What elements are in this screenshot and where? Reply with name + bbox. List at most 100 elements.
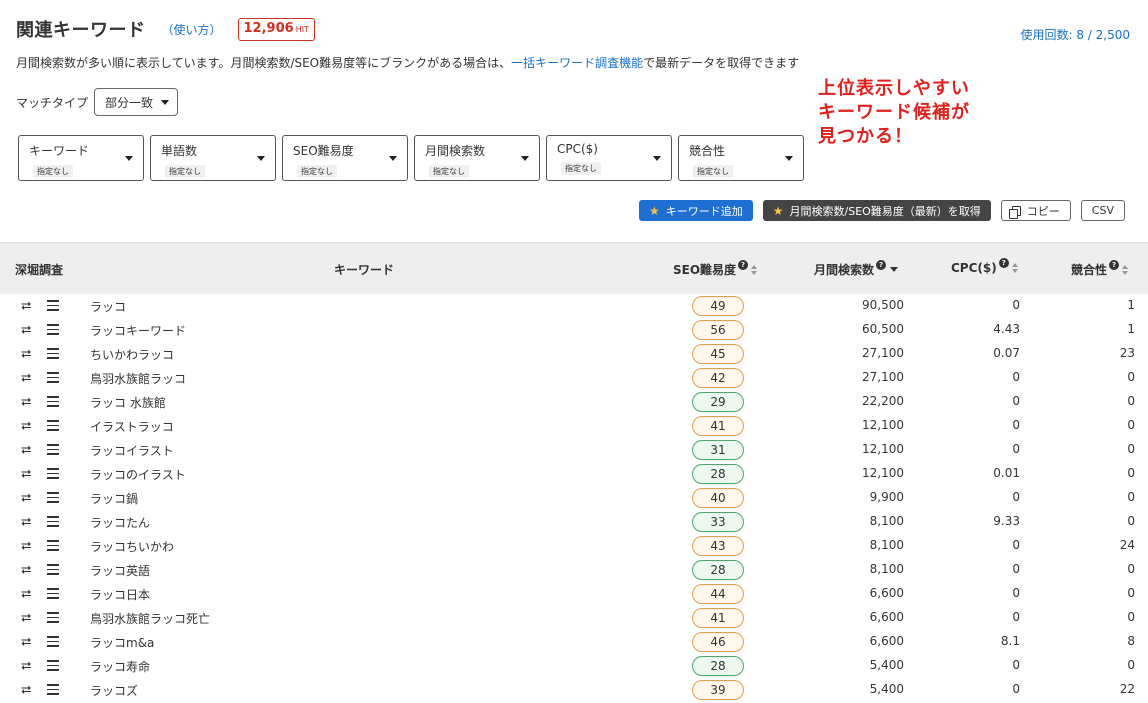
menu-icon[interactable] <box>47 588 59 602</box>
keyword-cell[interactable]: ラッコイラスト <box>90 442 174 459</box>
filter-cpc[interactable]: CPC($) 指定なし <box>546 135 672 181</box>
retweet-icon[interactable]: ⮂ <box>21 371 31 386</box>
hit-count-badge: 12,906 HIT <box>237 17 315 41</box>
retweet-icon[interactable]: ⮂ <box>21 611 31 626</box>
keyword-cell[interactable]: ラッコ日本 <box>90 586 150 603</box>
seo-difficulty-badge: 46 <box>692 632 744 652</box>
add-keyword-button[interactable]: ★ キーワード追加 <box>638 200 753 221</box>
retweet-icon[interactable]: ⮂ <box>21 467 31 482</box>
menu-icon[interactable] <box>47 324 59 338</box>
competition-cell: 1 <box>1127 298 1135 312</box>
copy-button[interactable]: コピー <box>1000 200 1071 221</box>
retweet-icon[interactable]: ⮂ <box>21 515 31 530</box>
menu-icon[interactable] <box>47 348 59 362</box>
menu-icon[interactable] <box>47 684 59 698</box>
competition-cell: 0 <box>1127 466 1135 480</box>
keyword-cell[interactable]: ラッコちいかわ <box>90 538 174 555</box>
menu-icon[interactable] <box>47 468 59 482</box>
retweet-icon[interactable]: ⮂ <box>21 563 31 578</box>
sort-icon[interactable] <box>1011 263 1018 273</box>
match-type-select[interactable]: 部分一致 <box>94 88 179 116</box>
retweet-icon[interactable]: ⮂ <box>21 347 31 362</box>
keyword-cell[interactable]: 鳥羽水族館ラッコ <box>90 370 186 387</box>
page-title: 関連キーワード <box>16 20 146 41</box>
keyword-cell[interactable]: イラストラッコ <box>90 418 174 435</box>
header-competition[interactable]: 競合性 ? <box>1071 259 1129 278</box>
menu-icon[interactable] <box>47 492 59 506</box>
keyword-cell[interactable]: ラッコ 水族館 <box>90 394 166 411</box>
retweet-icon[interactable]: ⮂ <box>21 635 31 650</box>
filter-monthly-volume[interactable]: 月間検索数 指定なし <box>414 135 540 181</box>
help-icon[interactable]: ? <box>1109 259 1120 270</box>
keyword-cell[interactable]: ちいかわラッコ <box>90 346 174 363</box>
menu-icon[interactable] <box>47 564 59 578</box>
keyword-cell[interactable]: ラッコm&a <box>90 634 154 651</box>
header-cpc[interactable]: CPC($) ? <box>951 258 1018 275</box>
retweet-icon[interactable]: ⮂ <box>21 683 31 698</box>
table-row: ⮂ ラッコのイラスト 28 12,100 0.01 0 <box>0 462 1148 486</box>
howto-link[interactable]: （使い方） <box>162 21 222 38</box>
menu-icon[interactable] <box>47 420 59 434</box>
keyword-cell[interactable]: ラッコキーワード <box>90 322 186 339</box>
seo-difficulty-badge: 43 <box>692 536 744 556</box>
menu-icon[interactable] <box>47 300 59 314</box>
keyword-cell[interactable]: ラッコ鍋 <box>90 490 138 507</box>
seo-difficulty-badge: 33 <box>692 512 744 532</box>
retweet-icon[interactable]: ⮂ <box>21 587 31 602</box>
filter-value: 指定なし <box>33 165 73 178</box>
help-icon[interactable]: ? <box>998 258 1009 268</box>
keyword-cell[interactable]: 鳥羽水族館ラッコ死亡 <box>90 610 210 627</box>
volume-cell: 9,900 <box>869 490 904 504</box>
retweet-icon[interactable]: ⮂ <box>21 323 31 338</box>
volume-cell: 6,600 <box>869 586 904 600</box>
filter-seo-difficulty[interactable]: SEO難易度 指定なし <box>282 135 408 181</box>
table-row: ⮂ 鳥羽水族館ラッコ死亡 41 6,600 0 0 <box>0 606 1148 630</box>
menu-icon[interactable] <box>47 372 59 386</box>
retweet-icon[interactable]: ⮂ <box>21 539 31 554</box>
menu-icon[interactable] <box>47 636 59 650</box>
header-volume[interactable]: 月間検索数 ? <box>814 259 899 278</box>
keyword-cell[interactable]: ラッコズ <box>90 682 138 699</box>
keyword-cell[interactable]: ラッコ寿命 <box>90 658 150 675</box>
seo-difficulty-badge: 29 <box>692 392 744 412</box>
sort-icon[interactable] <box>751 264 758 275</box>
keyword-cell[interactable]: ラッコ英語 <box>90 562 150 579</box>
cpc-cell: 0 <box>1012 562 1020 576</box>
help-icon[interactable]: ? <box>738 259 749 270</box>
menu-icon[interactable] <box>47 516 59 530</box>
retweet-icon[interactable]: ⮂ <box>21 419 31 434</box>
menu-icon[interactable] <box>47 660 59 674</box>
description-text-before: 月間検索数が多い順に表示しています。月間検索数/SEO難易度等にブランクがある場… <box>16 56 512 70</box>
menu-icon[interactable] <box>47 540 59 554</box>
retweet-icon[interactable]: ⮂ <box>21 395 31 410</box>
filter-label: 単語数 <box>161 144 198 158</box>
menu-icon[interactable] <box>47 612 59 626</box>
bulk-keyword-link[interactable]: 一括キーワード調査機能 <box>511 56 643 70</box>
filter-keyword[interactable]: キーワード 指定なし <box>18 135 144 181</box>
filter-word-count[interactable]: 単語数 指定なし <box>150 135 276 181</box>
table-row: ⮂ ラッコ日本 44 6,600 0 0 <box>0 582 1148 606</box>
retweet-icon[interactable]: ⮂ <box>21 299 31 314</box>
seo-difficulty-badge: 31 <box>692 440 744 460</box>
volume-cell: 27,100 <box>862 370 904 384</box>
help-icon[interactable]: ? <box>876 259 887 270</box>
keyword-cell[interactable]: ラッコたん <box>90 514 150 531</box>
keyword-cell[interactable]: ラッコのイラスト <box>90 466 186 483</box>
menu-icon[interactable] <box>47 444 59 458</box>
sort-icon[interactable] <box>1122 264 1129 275</box>
caret-down-icon <box>653 156 661 161</box>
csv-button[interactable]: CSV <box>1080 200 1125 221</box>
keyword-cell[interactable]: ラッコ <box>90 298 126 315</box>
menu-icon[interactable] <box>47 396 59 410</box>
table-row: ⮂ ラッコキーワード 56 60,500 4.43 1 <box>0 318 1148 342</box>
sort-desc-icon[interactable] <box>890 267 899 272</box>
table-row: ⮂ ラッコ鍋 40 9,900 0 0 <box>0 486 1148 510</box>
header-seo[interactable]: SEO難易度 ? <box>673 259 758 278</box>
filter-competition[interactable]: 競合性 指定なし <box>678 135 804 181</box>
fetch-latest-button[interactable]: ★ 月間検索数/SEO難易度（最新）を取得 <box>762 200 991 221</box>
cpc-cell: 8.1 <box>1000 634 1020 648</box>
retweet-icon[interactable]: ⮂ <box>21 659 31 674</box>
retweet-icon[interactable]: ⮂ <box>21 443 31 458</box>
filter-label: キーワード <box>29 144 90 158</box>
retweet-icon[interactable]: ⮂ <box>21 491 31 506</box>
